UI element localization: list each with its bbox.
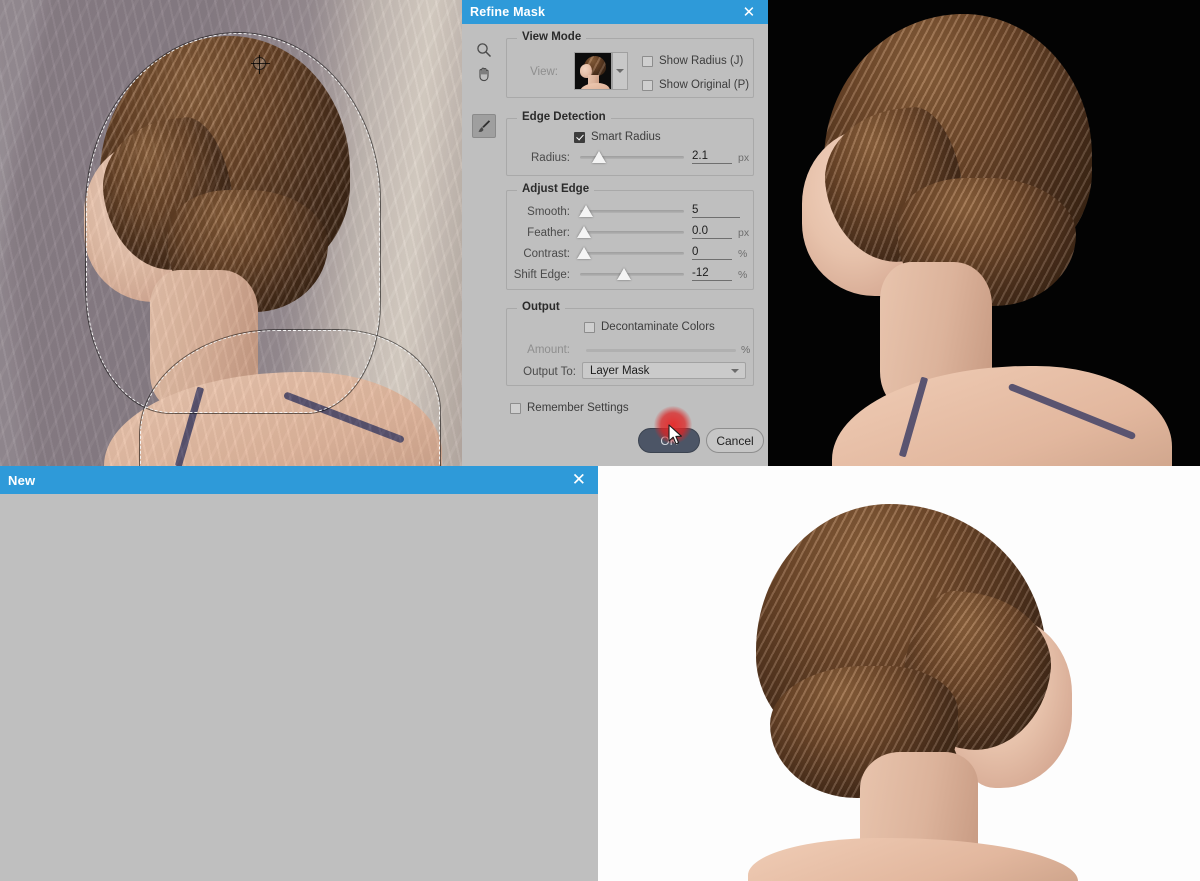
- smart-radius-checkbox[interactable]: [574, 131, 585, 143]
- adjust-edge-legend: Adjust Edge: [517, 183, 595, 195]
- radius-unit: px: [738, 152, 750, 164]
- smooth-slider-thumb[interactable]: [579, 205, 594, 217]
- remember-settings-row[interactable]: Remember Settings: [510, 402, 629, 414]
- original-photo-with-selection[interactable]: [0, 0, 462, 466]
- view-mode-dropdown[interactable]: [612, 52, 628, 90]
- contrast-value[interactable]: 0: [692, 246, 732, 260]
- close-icon[interactable]: ✕: [568, 469, 590, 491]
- smart-radius-row[interactable]: Smart Radius: [574, 131, 661, 143]
- smooth-slider[interactable]: [579, 204, 684, 218]
- masked-subject-on-black[interactable]: [768, 0, 1200, 466]
- decontaminate-colors-label: Decontaminate Colors: [601, 321, 715, 333]
- output-to-value: Layer Mask: [590, 364, 650, 377]
- radius-value[interactable]: 2.1: [692, 150, 732, 164]
- refine-mask-ok-label: OK: [660, 433, 678, 448]
- smooth-value[interactable]: 5: [692, 204, 740, 218]
- feather-slider-track: [580, 231, 684, 234]
- shift-edge-slider-thumb[interactable]: [616, 268, 631, 280]
- output-to-select[interactable]: Layer Mask: [582, 362, 746, 379]
- decontaminate-colors-row[interactable]: Decontaminate Colors: [584, 321, 715, 333]
- remember-settings-checkbox[interactable]: [510, 402, 521, 414]
- refine-radius-brush-tool[interactable]: [472, 114, 496, 138]
- shift-edge-value[interactable]: -12: [692, 267, 732, 281]
- view-mode-legend: View Mode: [517, 31, 587, 43]
- shift-edge-slider-track: [580, 273, 684, 276]
- smart-radius-label: Smart Radius: [591, 131, 661, 143]
- smooth-label: Smooth:: [527, 206, 570, 218]
- chevron-down-icon: [731, 368, 739, 373]
- new-document-dialog[interactable]: New ✕ Name: Untitled-1 Document Type: Cu…: [0, 466, 598, 881]
- new-dialog-titlebar: New ✕: [0, 466, 598, 494]
- brush-icon: [478, 120, 491, 132]
- shift-edge-slider[interactable]: [580, 267, 684, 281]
- hand-icon: [479, 67, 489, 82]
- show-original-checkbox[interactable]: [642, 79, 653, 91]
- amount-slider-track: [586, 349, 736, 352]
- screenshot-root: Refine Mask ✕ View Mode View: Show Radiu…: [0, 0, 1200, 881]
- refine-mask-dialog[interactable]: Refine Mask ✕ View Mode View: Show Radiu…: [462, 0, 768, 466]
- show-radius-label: Show Radius (J): [659, 55, 744, 67]
- shoulder-shape: [748, 838, 1078, 881]
- show-original-label: Show Original (P): [659, 79, 750, 91]
- contrast-slider-track: [580, 252, 684, 255]
- hand-tool[interactable]: [472, 62, 496, 86]
- contrast-slider-thumb[interactable]: [577, 247, 592, 259]
- feather-label: Feather:: [527, 227, 570, 239]
- refine-mask-titlebar: Refine Mask ✕: [462, 0, 768, 24]
- refine-mask-cancel-label: Cancel: [716, 433, 754, 448]
- view-mode-thumbnail[interactable]: [574, 52, 612, 90]
- radius-slider[interactable]: [580, 150, 684, 164]
- contrast-unit: %: [738, 248, 748, 260]
- shift-edge-unit: %: [738, 269, 748, 281]
- amount-unit: %: [741, 344, 751, 356]
- view-label: View:: [530, 66, 558, 78]
- refine-mask-cancel-button[interactable]: Cancel: [706, 428, 764, 453]
- contrast-label: Contrast:: [523, 248, 570, 260]
- feather-unit: px: [738, 227, 750, 239]
- new-dialog-title: New: [8, 472, 36, 488]
- amount-slider: [586, 343, 736, 357]
- shift-edge-label: Shift Edge:: [513, 269, 570, 281]
- output-to-label: Output To:: [523, 366, 576, 378]
- refine-mask-title: Refine Mask: [470, 5, 546, 19]
- edge-detection-legend: Edge Detection: [517, 111, 611, 123]
- show-radius-checkbox[interactable]: [642, 55, 653, 67]
- show-radius-row[interactable]: Show Radius (J): [642, 55, 743, 67]
- masked-subject-on-white[interactable]: [598, 466, 1200, 881]
- close-icon[interactable]: ✕: [738, 1, 760, 23]
- contrast-slider[interactable]: [577, 246, 684, 260]
- feather-slider-thumb[interactable]: [577, 226, 592, 238]
- radius-slider-thumb[interactable]: [591, 151, 606, 163]
- smooth-slider-track: [580, 210, 684, 213]
- refine-mask-ok-button[interactable]: OK: [638, 428, 700, 453]
- amount-label: Amount:: [527, 344, 570, 356]
- remember-settings-label: Remember Settings: [527, 402, 629, 414]
- decontaminate-colors-checkbox[interactable]: [584, 321, 595, 333]
- edge-detection-group: Edge Detection: [506, 111, 754, 176]
- radius-label: Radius:: [531, 152, 570, 164]
- magnifier-icon: [477, 43, 492, 58]
- refine-brush-cursor: [251, 55, 270, 74]
- feather-value[interactable]: 0.0: [692, 225, 732, 239]
- zoom-tool[interactable]: [472, 38, 496, 62]
- show-original-row[interactable]: Show Original (P): [642, 79, 749, 91]
- output-legend: Output: [517, 301, 565, 313]
- feather-slider[interactable]: [577, 225, 684, 239]
